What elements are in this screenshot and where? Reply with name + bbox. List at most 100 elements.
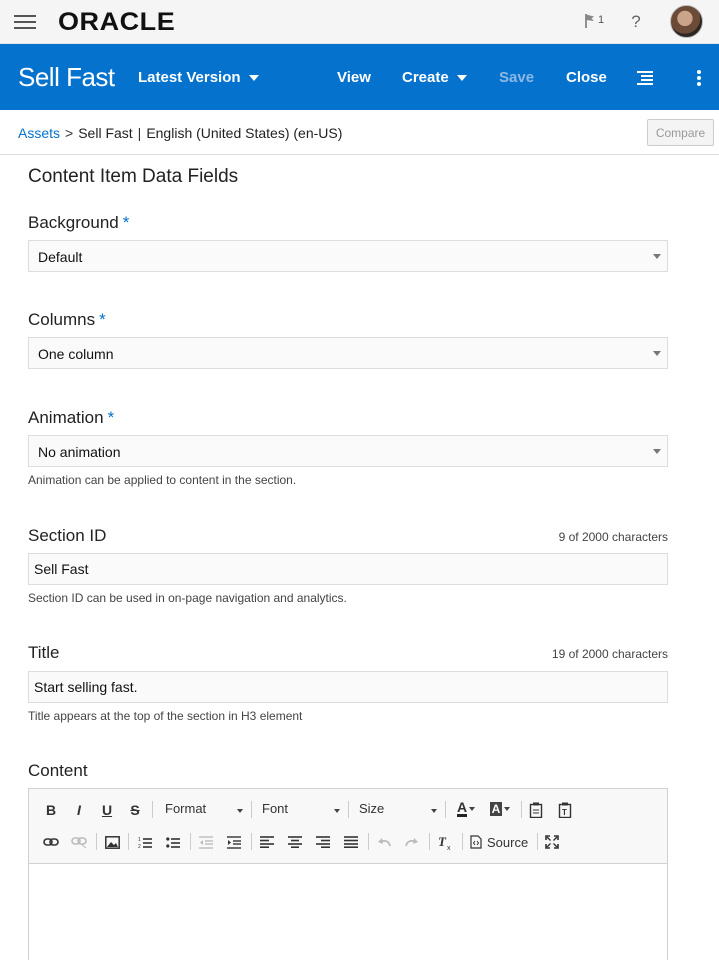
dropdown-arrow-icon <box>504 807 511 811</box>
maximize-icon[interactable] <box>543 832 561 852</box>
dropdown-arrow-icon <box>653 254 661 259</box>
toolbar-divider <box>521 801 522 818</box>
svg-text:T: T <box>562 808 567 817</box>
breadcrumb-bar: Assets > Sell Fast | English (United Sta… <box>0 110 719 155</box>
chevron-down-icon <box>248 74 259 81</box>
breadcrumb: Assets > Sell Fast | English (United Sta… <box>18 125 342 141</box>
animation-help-text: Animation can be applied to content in t… <box>28 473 297 487</box>
save-button[interactable]: Save <box>499 69 534 86</box>
title-input[interactable] <box>28 671 668 703</box>
font-dropdown[interactable]: Font <box>262 801 340 821</box>
columns-label-text: Columns <box>28 310 96 329</box>
user-avatar[interactable] <box>670 5 703 38</box>
italic-button[interactable]: I <box>71 800 87 820</box>
indent-icon[interactable] <box>225 832 243 852</box>
hamburger-menu-icon[interactable] <box>14 15 36 29</box>
toolbar-divider <box>445 801 446 818</box>
bold-button[interactable]: B <box>43 800 59 820</box>
source-label: Source <box>487 834 529 850</box>
font-label: Font <box>262 801 289 816</box>
version-dropdown[interactable]: Latest Version <box>138 69 259 86</box>
toolbar-divider <box>462 833 463 850</box>
align-center-icon[interactable] <box>286 832 304 852</box>
required-marker: * <box>107 408 115 427</box>
compare-button[interactable]: Compare <box>647 119 714 146</box>
columns-value: One column <box>38 346 114 362</box>
animation-label-text: Animation <box>28 408 104 427</box>
size-dropdown[interactable]: Size <box>359 801 437 821</box>
source-button[interactable]: Source <box>470 832 530 852</box>
text-color-button[interactable]: A <box>453 799 479 819</box>
paste-plain-text-icon[interactable]: T <box>556 800 574 820</box>
title-help-text: Title appears at the top of the section … <box>28 709 303 723</box>
format-label: Format <box>165 801 207 816</box>
more-options-icon[interactable] <box>697 70 701 86</box>
oracle-logo: ORACLE <box>58 8 176 36</box>
page-title: Sell Fast <box>18 62 115 92</box>
editor-content-area[interactable] <box>29 864 667 960</box>
toolbar-divider <box>152 801 153 818</box>
breadcrumb-current-item: Sell Fast <box>78 125 133 141</box>
animation-label: Animation * <box>28 408 114 428</box>
notification-count: 1 <box>598 14 605 26</box>
paste-icon[interactable] <box>527 800 545 820</box>
background-color-button[interactable]: A <box>487 799 513 819</box>
unlink-icon[interactable] <box>70 832 88 852</box>
link-icon[interactable] <box>42 832 60 852</box>
remove-format-icon[interactable]: Tx <box>436 832 454 852</box>
columns-label: Columns * <box>28 310 106 330</box>
format-dropdown[interactable]: Format <box>165 801 243 821</box>
section-id-char-count: 9 of 2000 characters <box>558 530 668 544</box>
undo-icon[interactable] <box>375 832 393 852</box>
svg-text:T: T <box>438 835 447 849</box>
background-value: Default <box>38 249 83 265</box>
columns-select[interactable]: One column <box>28 337 668 369</box>
breadcrumb-assets-link[interactable]: Assets <box>18 125 60 141</box>
help-icon[interactable]: ? <box>628 12 644 32</box>
align-left-icon[interactable] <box>258 832 276 852</box>
underline-button[interactable]: U <box>99 800 115 820</box>
properties-panel-icon[interactable] <box>637 71 653 85</box>
toolbar-divider <box>429 833 430 850</box>
numbered-list-icon[interactable]: 12 <box>136 832 154 852</box>
dropdown-arrow-icon <box>469 807 476 811</box>
breadcrumb-divider: | <box>137 125 142 141</box>
create-label: Create <box>402 69 449 86</box>
image-icon[interactable] <box>103 832 121 852</box>
item-header: Sell Fast Latest Version View Create Sav… <box>0 44 719 110</box>
close-button[interactable]: Close <box>566 69 607 86</box>
language-label: English (United States) (en-US) <box>146 125 343 141</box>
section-heading: Content Item Data Fields <box>28 166 239 187</box>
flag-icon <box>585 14 594 28</box>
toolbar-divider <box>251 833 252 850</box>
breadcrumb-separator: > <box>65 125 74 141</box>
align-right-icon[interactable] <box>314 832 332 852</box>
content-label: Content <box>28 761 88 780</box>
notifications-button[interactable]: 1 <box>584 13 604 29</box>
svg-text:2: 2 <box>138 844 141 849</box>
dropdown-arrow-icon <box>653 449 661 454</box>
toolbar-divider <box>251 801 252 818</box>
outdent-icon[interactable] <box>197 832 215 852</box>
section-id-input[interactable] <box>28 553 668 585</box>
justify-icon[interactable] <box>342 832 360 852</box>
text-color-icon: A <box>456 799 468 817</box>
toolbar-divider <box>128 833 129 850</box>
strikethrough-button[interactable]: S <box>127 800 143 820</box>
chevron-down-icon <box>456 74 467 81</box>
background-label-text: Background <box>28 213 119 232</box>
title-label: Title <box>28 643 60 662</box>
create-dropdown[interactable]: Create <box>402 69 467 86</box>
animation-select[interactable]: No animation <box>28 435 668 467</box>
section-id-label: Section ID <box>28 526 107 545</box>
rich-text-editor: B I U S Format Font Size A A T 1 2 T x S… <box>28 788 668 960</box>
section-id-help-text: Section ID can be used in on-page naviga… <box>28 591 347 605</box>
view-button[interactable]: View <box>337 69 371 86</box>
bulleted-list-icon[interactable] <box>164 832 182 852</box>
background-select[interactable]: Default <box>28 240 668 272</box>
redo-icon[interactable] <box>403 832 421 852</box>
background-label: Background * <box>28 213 129 233</box>
background-color-icon: A <box>489 802 503 816</box>
source-icon <box>470 835 482 849</box>
toolbar-divider <box>348 801 349 818</box>
